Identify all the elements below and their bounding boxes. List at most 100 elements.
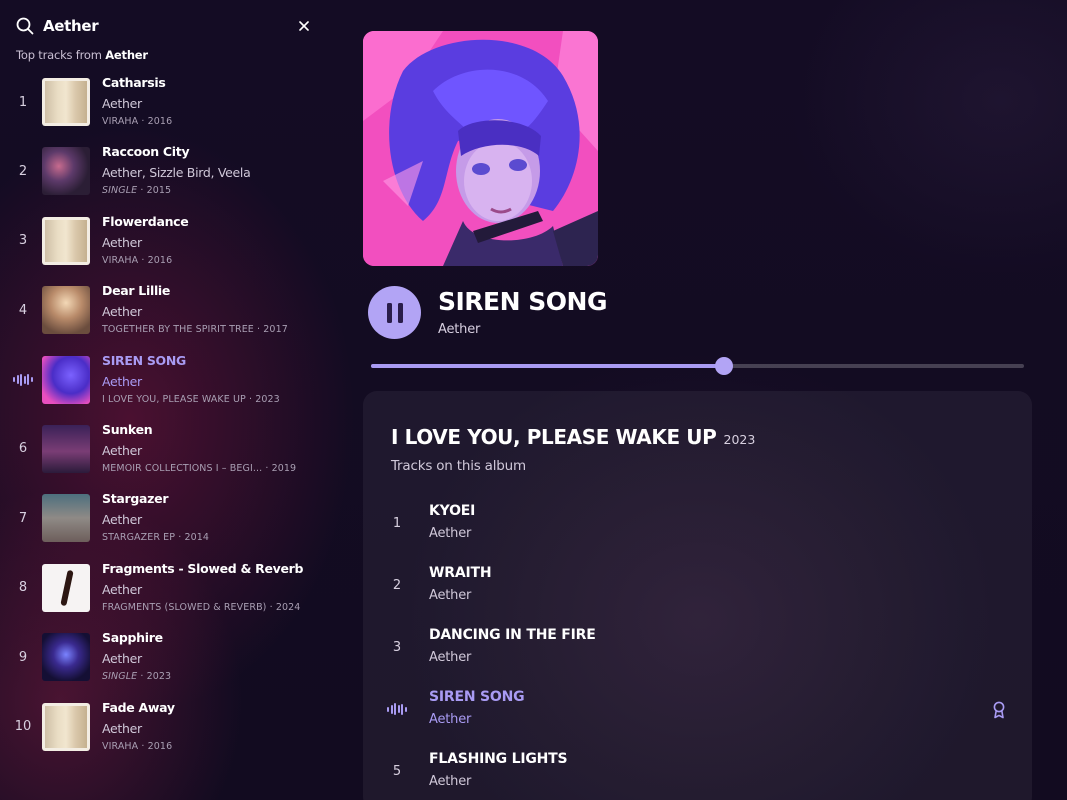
track-title: WRAITH bbox=[429, 565, 492, 581]
progress-handle[interactable] bbox=[714, 357, 733, 375]
track-title: DANCING IN THE FIRE bbox=[429, 627, 596, 643]
album-art bbox=[42, 286, 90, 335]
track-title: Stargazer bbox=[102, 491, 169, 507]
track-year: 2015 bbox=[146, 185, 172, 197]
track-row[interactable]: 7 Stargazer Aether STARGAZER EP · 2014 bbox=[0, 490, 322, 559]
search-input[interactable] bbox=[43, 17, 296, 35]
track-number: 1 bbox=[18, 94, 28, 110]
meta-separator: · bbox=[248, 393, 253, 405]
now-playing-cover-art bbox=[363, 31, 598, 266]
album-track-row[interactable]: 1 KYOEI Aether bbox=[363, 497, 1032, 559]
track-artist: Aether bbox=[102, 96, 142, 111]
track-album: VIRAHA bbox=[102, 116, 139, 127]
award-icon[interactable] bbox=[992, 701, 1006, 719]
track-title: Fade Away bbox=[102, 699, 175, 715]
track-number bbox=[8, 352, 38, 408]
meta-separator: · bbox=[265, 462, 269, 474]
album-subtitle: Tracks on this album bbox=[391, 458, 526, 474]
track-meta: VIRAHA · 2016 bbox=[102, 741, 172, 752]
track-number: 3 bbox=[18, 233, 28, 249]
sidebar: Top tracks from Aether 1 Catharsis Aethe… bbox=[0, 0, 322, 800]
track-row[interactable]: 4 Dear Lillie Aether TOGETHER BY THE SPI… bbox=[0, 282, 322, 351]
track-number: 5 bbox=[392, 763, 402, 779]
album-heading: I LOVE YOU, PLEASE WAKE UP 2023 bbox=[391, 425, 755, 449]
meta-separator: · bbox=[269, 601, 273, 613]
track-meta: SINGLE · 2015 bbox=[102, 185, 171, 196]
track-album: FRAGMENTS (SLOWED & REVERB) bbox=[102, 601, 267, 613]
album-art bbox=[42, 355, 90, 404]
section-label: Top tracks from Aether bbox=[16, 48, 148, 62]
album-track-row-playing[interactable]: SIREN SONG Aether bbox=[363, 683, 1032, 745]
track-title: FLASHING LIGHTS bbox=[429, 751, 568, 767]
album-art bbox=[42, 216, 90, 265]
meta-separator: · bbox=[140, 185, 144, 197]
album-track-row[interactable]: 3 DANCING IN THE FIRE Aether bbox=[363, 621, 1032, 683]
track-album: MEMOIR COLLECTIONS I – BEGI... bbox=[102, 462, 263, 474]
track-title: SIREN SONG bbox=[429, 689, 525, 705]
album-year: 2023 bbox=[723, 432, 756, 447]
track-number: 2 bbox=[18, 163, 28, 179]
track-album: SINGLE bbox=[102, 671, 138, 683]
track-row[interactable]: 10 Fade Away Aether VIRAHA · 2016 bbox=[0, 699, 322, 768]
track-row[interactable]: 1 Catharsis Aether VIRAHA · 2016 bbox=[0, 74, 322, 143]
track-album: VIRAHA bbox=[102, 740, 139, 752]
track-row[interactable]: 9 Sapphire Aether SINGLE · 2023 bbox=[0, 629, 322, 698]
track-number: 7 bbox=[18, 510, 28, 526]
track-number: 4 bbox=[18, 302, 28, 318]
meta-separator: · bbox=[141, 116, 145, 127]
now-playing-artist[interactable]: Aether bbox=[438, 322, 480, 337]
track-title: Raccoon City bbox=[102, 144, 190, 160]
track-number: 8 bbox=[18, 580, 28, 596]
album-track-row[interactable]: 2 WRAITH Aether bbox=[363, 559, 1032, 621]
track-title: SIREN SONG bbox=[102, 352, 186, 368]
top-tracks-list: 1 Catharsis Aether VIRAHA · 2016 2 Racco… bbox=[0, 74, 322, 768]
track-artist: Aether, Sizzle Bird, Veela bbox=[102, 165, 251, 181]
track-row-playing[interactable]: SIREN SONG Aether I LOVE YOU, PLEASE WAK… bbox=[0, 352, 322, 421]
album-track-list: 1 KYOEI Aether 2 WRAITH Aether 3 DANCING… bbox=[363, 497, 1032, 800]
album-track-row[interactable]: 5 FLASHING LIGHTS Aether bbox=[363, 745, 1032, 800]
track-artist: Aether bbox=[429, 526, 472, 541]
track-title: Dear Lillie bbox=[102, 283, 171, 299]
track-number: 6 bbox=[18, 441, 28, 457]
meta-separator: · bbox=[257, 324, 261, 336]
pause-button[interactable] bbox=[368, 286, 421, 339]
track-row[interactable]: 6 Sunken Aether MEMOIR COLLECTIONS I – B… bbox=[0, 421, 322, 490]
meta-separator: · bbox=[178, 532, 182, 544]
close-icon[interactable] bbox=[296, 18, 312, 34]
album-art bbox=[42, 78, 90, 126]
track-meta: I LOVE YOU, PLEASE WAKE UP · 2023 bbox=[102, 394, 280, 405]
track-album: VIRAHA bbox=[102, 254, 139, 266]
track-artist: Aether bbox=[102, 512, 142, 528]
track-row[interactable]: 3 Flowerdance Aether VIRAHA · 2016 bbox=[0, 213, 322, 282]
track-meta: FRAGMENTS (SLOWED & REVERB) · 2024 bbox=[102, 602, 300, 613]
track-artist: Aether bbox=[429, 774, 472, 789]
progress-fill bbox=[371, 364, 724, 368]
track-year: 2023 bbox=[255, 393, 280, 405]
track-artist: Aether bbox=[102, 234, 142, 250]
track-row[interactable]: 2 Raccoon City Aether, Sizzle Bird, Veel… bbox=[0, 143, 322, 212]
track-title: Flowerdance bbox=[102, 213, 189, 229]
track-artist: Aether bbox=[102, 373, 142, 389]
track-year: 2017 bbox=[263, 324, 288, 336]
track-year: 2016 bbox=[147, 740, 173, 752]
meta-separator: · bbox=[141, 740, 145, 752]
track-year: 2014 bbox=[184, 532, 210, 544]
track-number bbox=[387, 691, 407, 727]
track-artist: Aether bbox=[102, 442, 142, 458]
track-year: 2023 bbox=[146, 671, 172, 683]
track-row[interactable]: 8 Fragments - Slowed & Reverb Aether FRA… bbox=[0, 560, 322, 629]
album-title[interactable]: I LOVE YOU, PLEASE WAKE UP bbox=[391, 425, 717, 449]
track-title: Fragments - Slowed & Reverb bbox=[102, 560, 304, 576]
track-year: 2024 bbox=[275, 601, 301, 613]
search-bar bbox=[16, 14, 312, 38]
track-year: 2016 bbox=[147, 254, 173, 266]
track-title: Sunken bbox=[102, 421, 153, 437]
album-art bbox=[42, 424, 90, 473]
track-meta: VIRAHA · 2016 bbox=[102, 116, 172, 127]
soundwave-icon bbox=[387, 703, 407, 715]
track-artist: Aether bbox=[429, 650, 472, 665]
track-meta: STARGAZER EP · 2014 bbox=[102, 532, 209, 543]
progress-bar[interactable] bbox=[371, 357, 1024, 375]
track-meta: MEMOIR COLLECTIONS I – BEGI... · 2019 bbox=[102, 463, 296, 474]
meta-separator: · bbox=[140, 671, 144, 683]
